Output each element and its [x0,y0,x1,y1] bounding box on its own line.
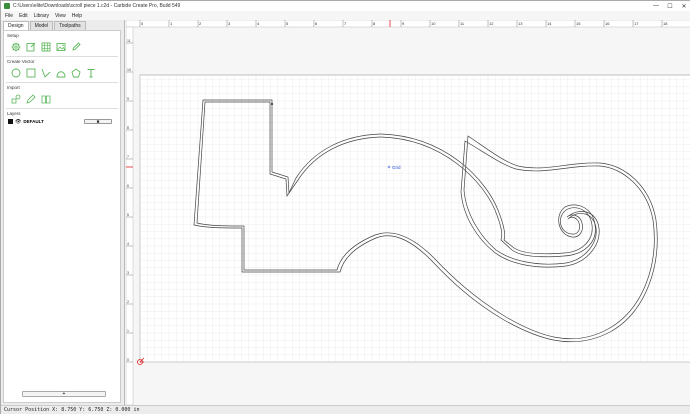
image-icon[interactable] [55,41,66,52]
ruler-label-y: 9 [127,97,129,101]
text-icon[interactable] [85,67,96,78]
divider [6,108,118,109]
tab-toolpaths[interactable]: Toolpaths [54,21,86,30]
left-panel: Design Model Toolpaths Setup Create Vect… [1,20,125,405]
ruler-label-y: 6 [127,184,129,188]
grid-icon[interactable] [40,41,51,52]
delete-layer-button[interactable]: ✖ [84,119,112,124]
ruler-label-x: 14 [547,21,552,26]
menu-bar: File Edit Library View Help [1,11,690,20]
setup-tools [10,41,120,52]
title-bar: C:\Users\elite\Downloads\scroll piece 1.… [1,1,690,11]
divider [6,56,118,57]
node-marker [270,102,274,106]
setup-section-title: Setup [7,33,19,38]
ruler-label-y: 4 [127,242,129,246]
menu-edit[interactable]: Edit [19,13,28,19]
menu-file[interactable]: File [5,13,13,19]
stock-area [139,74,690,363]
design-canvas[interactable]: 0123456789101112131415161718191110987654… [125,19,690,406]
tab-design[interactable]: Design [3,21,29,30]
menu-view[interactable]: View [55,13,66,19]
app-icon [4,3,10,9]
circle-icon[interactable] [10,67,21,78]
curve-icon[interactable] [55,67,66,78]
layer-name: DEFAULT [23,119,44,124]
status-bar: Cursor Position X: 8.750 Y: 6.750 Z: 0.0… [1,405,690,414]
layer-row[interactable]: 👁 DEFAULT ✖ [8,118,120,125]
eye-icon[interactable]: 👁 [15,119,21,125]
pencil-icon[interactable] [70,41,81,52]
import-pencil-icon[interactable] [25,93,36,104]
import-book-icon[interactable] [40,93,51,104]
ruler-label-y: 7 [127,155,129,159]
divider [6,82,118,83]
job-setup-gear-icon[interactable] [10,41,21,52]
ruler-label-y: 3 [127,271,129,275]
ruler-label-x: 12 [489,21,494,26]
ruler-label-x: 18 [663,21,668,26]
ruler-label-x: 13 [518,21,523,26]
polyline-icon[interactable] [40,67,51,78]
import-section-title: Import [7,85,20,90]
rectangle-icon[interactable] [25,67,36,78]
import-shapes-icon[interactable] [10,93,21,104]
ruler-label-x: 16 [605,21,610,26]
ruler-label-y: 2 [127,300,129,304]
import-tools [10,93,120,104]
ruler-label-x: 15 [576,21,581,26]
create-vector-tools [10,67,120,78]
ruler-label-y: 0 [127,358,129,362]
grid-label: Grid [392,165,401,170]
menu-help[interactable]: Help [72,13,82,19]
close-button[interactable]: ✕ [677,1,690,11]
polygon-icon[interactable] [70,67,81,78]
design-panel: Setup Create Vector Import Layers 👁 DEFA… [3,30,121,403]
ruler-label-y: 8 [127,126,129,130]
ruler-label-y: 10 [127,68,131,72]
edit-document-icon[interactable] [25,41,36,52]
create-vector-section-title: Create Vector [7,59,35,64]
maximize-button[interactable]: ☐ [663,1,677,11]
ruler-label-x: 17 [634,21,639,26]
layers-section-title: Layers [7,111,21,116]
ruler-label-y: 1 [127,329,129,333]
app-window: C:\Users\elite\Downloads\scroll piece 1.… [0,0,690,414]
add-layer-button[interactable]: + [22,391,106,397]
ruler-label-y: 11 [127,39,131,43]
canvas-svg[interactable]: 0123456789101112131415161718191110987654… [125,19,690,406]
minimize-button[interactable]: — [649,1,663,11]
menu-library[interactable]: Library [34,13,49,19]
tab-model[interactable]: Model [29,21,54,30]
layer-color-swatch[interactable] [8,119,13,124]
window-title: C:\Users\elite\Downloads\scroll piece 1.… [13,3,181,9]
ruler-label-x: 10 [431,21,436,26]
ruler-label-y: 5 [127,213,129,217]
mode-tabs: Design Model Toolpaths [3,21,124,30]
